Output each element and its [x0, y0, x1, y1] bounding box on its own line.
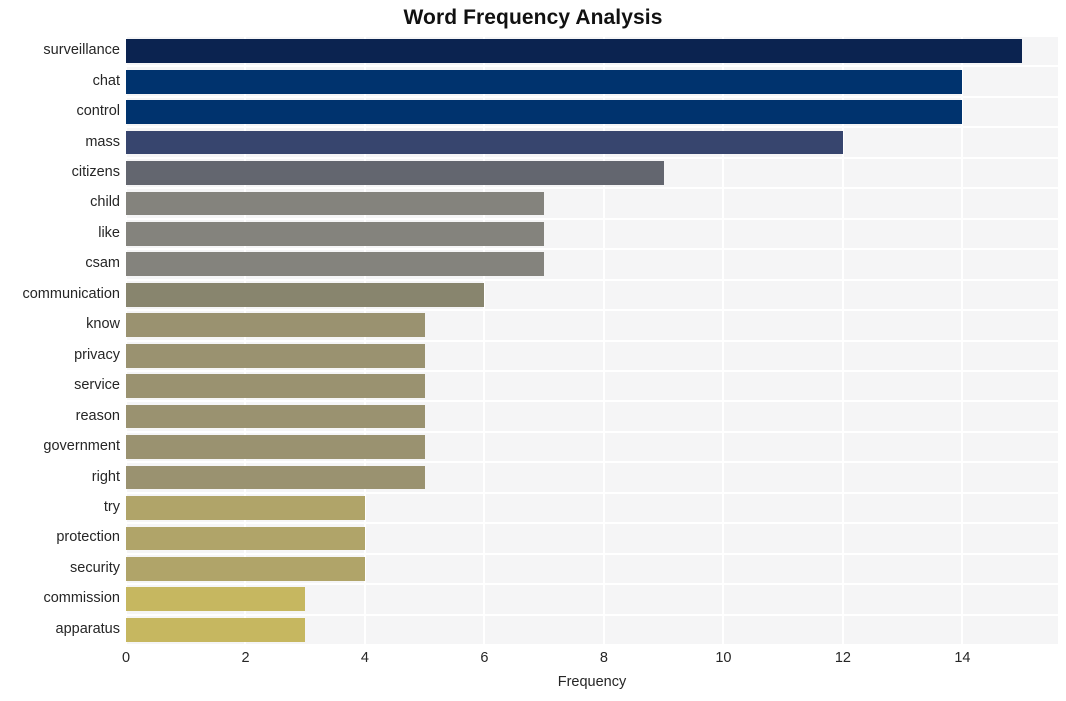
y-axis-tick-labels: surveillance chat control mass citizens child…: [0, 36, 120, 645]
bar: [126, 374, 425, 399]
bar: [126, 526, 365, 551]
horizontal-gridline: [126, 430, 1058, 433]
bar: [126, 222, 545, 246]
horizontal-gridline: [126, 461, 1058, 464]
bar: [126, 252, 545, 277]
x-axis-tick-label: 14: [954, 650, 971, 666]
y-axis-tick-label: communication: [22, 285, 120, 302]
y-axis-tick-label: like: [98, 224, 120, 241]
y-axis-tick-label: apparatus: [55, 620, 121, 637]
x-axis-tick-label: 2: [241, 650, 250, 666]
x-axis-tick-label: 8: [599, 650, 608, 666]
plot-area: [126, 36, 1058, 645]
horizontal-gridline: [126, 400, 1058, 403]
x-axis-tick-label: 6: [480, 650, 489, 666]
y-axis-tick-label: child: [90, 194, 120, 211]
horizontal-gridline: [126, 65, 1058, 68]
x-axis-tick-label: 10: [715, 650, 732, 666]
bar: [126, 587, 306, 612]
chart-figure: Word Frequency Analysis surveillance chat…: [0, 0, 1066, 701]
horizontal-gridline: [126, 248, 1058, 251]
horizontal-gridline: [126, 613, 1058, 616]
bar: [126, 556, 365, 581]
bar: [126, 404, 425, 429]
x-axis-tick-label: 12: [834, 650, 851, 666]
y-axis-tick-label: government: [43, 438, 120, 455]
x-axis-tick-label: 4: [360, 650, 370, 666]
bar: [126, 282, 485, 307]
bar: [126, 435, 425, 459]
horizontal-gridline: [126, 156, 1058, 159]
y-axis-tick-label: security: [70, 559, 120, 576]
bar: [126, 313, 425, 338]
y-axis-tick-label: mass: [85, 133, 120, 150]
y-axis-tick-label: service: [74, 377, 120, 394]
y-axis-tick-label: commission: [43, 590, 120, 607]
chart-title: Word Frequency Analysis: [403, 6, 663, 29]
y-axis-tick-label: protection: [56, 529, 120, 546]
y-axis-tick-label: right: [91, 468, 120, 485]
bar: [126, 39, 1023, 64]
bar: [126, 617, 306, 642]
bar: [126, 69, 963, 94]
x-axis-tick-labels: 0 2 4 6 8 10 12 14: [122, 650, 1058, 672]
bar: [126, 100, 963, 124]
y-axis-tick-label: know: [86, 316, 120, 333]
y-axis-tick-label: surveillance: [43, 42, 120, 59]
horizontal-gridline: [126, 95, 1058, 98]
y-axis-tick-label: privacy: [74, 346, 120, 363]
horizontal-gridline: [126, 36, 1058, 37]
y-axis-tick-label: chat: [92, 72, 120, 89]
horizontal-gridline: [126, 217, 1058, 220]
horizontal-gridline: [126, 309, 1058, 312]
y-axis-tick-label: reason: [75, 407, 120, 424]
horizontal-gridline: [126, 126, 1058, 129]
horizontal-gridline: [126, 278, 1058, 281]
horizontal-gridline: [126, 491, 1058, 494]
horizontal-gridline: [126, 552, 1058, 555]
bar: [126, 191, 545, 216]
horizontal-gridline: [126, 369, 1058, 372]
x-axis-title: Frequency: [557, 674, 627, 690]
y-axis-tick-label: citizens: [71, 164, 120, 181]
bar: [126, 343, 425, 368]
horizontal-gridline: [126, 187, 1058, 190]
horizontal-gridline: [126, 583, 1058, 586]
y-axis-tick-label: control: [76, 103, 120, 120]
horizontal-gridline: [126, 644, 1058, 645]
horizontal-gridline: [126, 339, 1058, 342]
bar: [126, 161, 664, 185]
bar: [126, 465, 425, 490]
horizontal-gridline: [126, 522, 1058, 525]
bar: [126, 496, 365, 520]
bar: [126, 130, 843, 155]
y-axis-tick-label: csam: [85, 255, 120, 272]
y-axis-tick-label: try: [103, 498, 120, 515]
x-axis-tick-label: 0: [121, 650, 131, 666]
